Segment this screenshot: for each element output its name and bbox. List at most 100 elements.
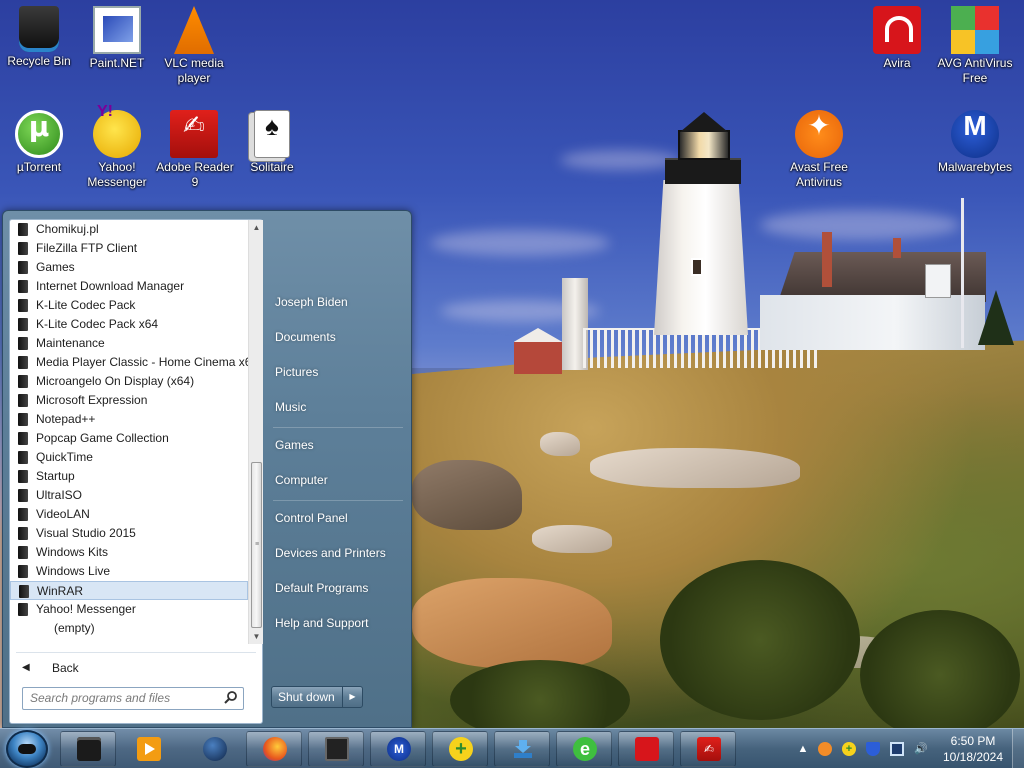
folder-icon (18, 337, 28, 350)
scroll-up-arrow-icon[interactable]: ▲ (249, 220, 264, 235)
folder-icon (18, 299, 28, 312)
media-player-icon (137, 737, 161, 761)
folder-icon (18, 242, 28, 255)
desktop-icon-utorrent[interactable]: µTorrent (0, 110, 78, 175)
program-folder-item[interactable]: FileZilla FTP Client (10, 239, 248, 258)
back-arrow-icon: ◀ (22, 662, 30, 673)
desktop-icon-vlc[interactable]: VLC media player (155, 6, 233, 86)
download-icon (511, 737, 535, 761)
utorrent-icon (15, 110, 63, 158)
start-button[interactable] (6, 730, 48, 768)
empty-placeholder: (empty) (54, 621, 95, 635)
program-folder-item[interactable]: Startup (10, 467, 248, 486)
default-programs-link[interactable]: Default Programs (275, 575, 403, 601)
programs-separator (16, 652, 256, 653)
program-folder-item[interactable]: VideoLAN (10, 505, 248, 524)
program-folder-item[interactable]: Windows Live (10, 562, 248, 581)
folder-icon (18, 527, 28, 540)
program-folder-item[interactable]: Chomikuj.pl (10, 220, 248, 239)
program-folder-item[interactable]: Visual Studio 2015 (10, 524, 248, 543)
taskbar-monitor-button[interactable] (308, 731, 364, 767)
plus-icon: + (449, 737, 473, 761)
taskbar-media-player-button[interactable] (120, 731, 176, 767)
music-link[interactable]: Music (275, 394, 403, 420)
taskbar-plus-button[interactable]: + (432, 731, 488, 767)
vlc-icon (174, 6, 214, 54)
search-input[interactable]: Search programs and files (22, 687, 244, 710)
taskbar-download-button[interactable] (494, 731, 550, 767)
yahoo-messenger-icon (93, 104, 141, 158)
search-icon (224, 691, 237, 704)
games-link[interactable]: Games (275, 432, 403, 458)
program-folder-item[interactable]: Internet Download Manager (10, 277, 248, 296)
edge-icon: e (573, 737, 597, 761)
shutdown-options-arrow-icon[interactable]: ▶ (342, 687, 362, 707)
desktop-icon-paint-net[interactable]: Paint.NET (78, 6, 156, 71)
user-folder-link[interactable]: Joseph Biden (275, 289, 403, 315)
control-panel-link[interactable]: Control Panel (275, 505, 403, 531)
all-programs-list: Chomikuj.pl FileZilla FTP Client Games I… (10, 220, 248, 644)
taskbar-malwarebytes-button[interactable]: M (370, 731, 426, 767)
taskbar-clock[interactable]: 6:50 PM 10/18/2024 (940, 733, 1006, 765)
taskbar-globe-button[interactable] (186, 731, 242, 767)
plus-tray-icon[interactable]: + (842, 742, 856, 756)
scroll-down-arrow-icon[interactable]: ▼ (249, 629, 264, 644)
avast-tray-icon[interactable] (818, 742, 832, 756)
help-and-support-link[interactable]: Help and Support (275, 610, 403, 636)
program-folder-item-selected[interactable]: WinRAR (10, 581, 248, 600)
pictures-link[interactable]: Pictures (275, 359, 403, 385)
program-folder-item[interactable]: Games (10, 258, 248, 277)
network-icon[interactable] (890, 742, 904, 756)
program-folder-item[interactable]: QuickTime (10, 448, 248, 467)
program-folder-item[interactable]: Notepad++ (10, 410, 248, 429)
program-folder-item[interactable]: Maintenance (10, 334, 248, 353)
explorer-icon (77, 737, 101, 761)
folder-icon (18, 280, 28, 293)
desktop-icon-avg[interactable]: AVG AntiVirus Free (936, 6, 1014, 86)
taskbar-edge-button[interactable]: e (556, 731, 612, 767)
program-folder-item[interactable]: Windows Kits (10, 543, 248, 562)
chevron-up-icon[interactable]: ▲ (796, 742, 810, 756)
avast-icon (795, 110, 843, 158)
program-folder-item[interactable]: UltraISO (10, 486, 248, 505)
volume-icon[interactable]: 🔊 (914, 742, 928, 756)
scrollbar-thumb[interactable]: ≡ (251, 462, 262, 628)
program-folder-item[interactable]: Microangelo On Display (x64) (10, 372, 248, 391)
computer-link[interactable]: Computer (275, 467, 403, 493)
malwarebytes-icon (951, 110, 999, 158)
desktop-icon-solitaire[interactable]: Solitaire (233, 110, 311, 175)
grip-icon: ≡ (255, 541, 260, 548)
taskbar-adobe-reader-button[interactable]: ✍ (680, 731, 736, 767)
programs-scrollbar[interactable]: ▲ ≡ ▼ (248, 220, 263, 644)
program-folder-item[interactable]: K-Lite Codec Pack (10, 296, 248, 315)
show-desktop-button[interactable] (1012, 729, 1024, 768)
avira-icon (873, 6, 921, 54)
program-folder-item[interactable]: K-Lite Codec Pack x64 (10, 315, 248, 334)
shield-tray-icon[interactable] (866, 742, 880, 756)
program-folder-item[interactable]: Microsoft Expression (10, 391, 248, 410)
taskbar-firefox-button[interactable] (246, 731, 302, 767)
globe-icon (203, 737, 227, 761)
desktop-icon-avira[interactable]: Avira (858, 6, 936, 71)
program-folder-item[interactable]: Popcap Game Collection (10, 429, 248, 448)
recycle-bin-icon (19, 6, 59, 52)
back-button[interactable]: ◀ Back (18, 656, 248, 680)
paint-net-icon (93, 6, 141, 54)
folder-icon (18, 318, 28, 331)
desktop-icon-malwarebytes[interactable]: Malwarebytes (936, 110, 1014, 175)
taskbar-avira-button[interactable] (618, 731, 674, 767)
folder-icon (18, 603, 28, 616)
desktop-icon-avast[interactable]: Avast Free Antivirus (780, 110, 858, 190)
desktop-icon-adobe-reader[interactable]: Adobe Reader 9 (155, 110, 234, 190)
shutdown-button[interactable]: Shut down ▶ (271, 686, 363, 708)
folder-icon (18, 261, 28, 274)
taskbar-explorer-button[interactable] (60, 731, 116, 767)
desktop-icon-recycle-bin[interactable]: Recycle Bin (0, 6, 78, 69)
program-folder-item[interactable]: Media Player Classic - Home Cinema x64 (10, 353, 248, 372)
desktop-icon-yahoo-messenger[interactable]: Yahoo! Messenger (78, 104, 156, 190)
documents-link[interactable]: Documents (275, 324, 403, 350)
adobe-reader-icon (170, 110, 218, 158)
monitor-icon (325, 737, 349, 761)
devices-and-printers-link[interactable]: Devices and Printers (275, 540, 403, 566)
program-folder-item[interactable]: Yahoo! Messenger (10, 600, 248, 619)
